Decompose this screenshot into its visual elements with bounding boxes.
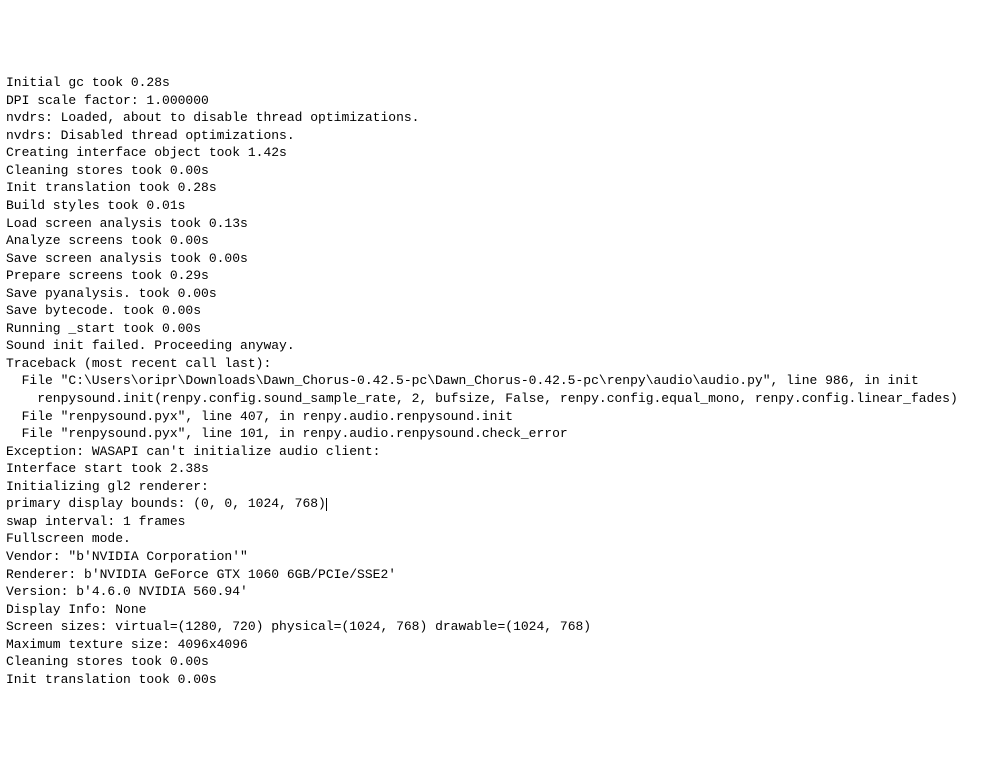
log-line: Cleaning stores took 0.00s [6,653,1001,671]
log-line: renpysound.init(renpy.config.sound_sampl… [6,390,1001,408]
log-line: primary display bounds: (0, 0, 1024, 768… [6,495,1001,513]
log-line: Cleaning stores took 0.00s [6,162,1001,180]
log-line: File "renpysound.pyx", line 101, in renp… [6,425,1001,443]
log-line: File "C:\Users\oripr\Downloads\Dawn_Chor… [6,372,1001,390]
log-line: Fullscreen mode. [6,530,1001,548]
log-line: Build styles took 0.01s [6,197,1001,215]
log-line: Save bytecode. took 0.00s [6,302,1001,320]
log-line: nvdrs: Loaded, about to disable thread o… [6,109,1001,127]
log-line: File "renpysound.pyx", line 407, in renp… [6,408,1001,426]
log-line: Interface start took 2.38s [6,460,1001,478]
log-line: Display Info: None [6,601,1001,619]
log-line: Sound init failed. Proceeding anyway. [6,337,1001,355]
log-line: Vendor: "b'NVIDIA Corporation'" [6,548,1001,566]
log-line: Init translation took 0.28s [6,179,1001,197]
log-line: Initializing gl2 renderer: [6,478,1001,496]
log-output: Initial gc took 0.28sDPI scale factor: 1… [6,74,1001,688]
log-line: swap interval: 1 frames [6,513,1001,531]
log-line: Load screen analysis took 0.13s [6,215,1001,233]
log-line: Initial gc took 0.28s [6,74,1001,92]
log-line: Save screen analysis took 0.00s [6,250,1001,268]
log-line: Exception: WASAPI can't initialize audio… [6,443,1001,461]
log-line: Running _start took 0.00s [6,320,1001,338]
log-line: Version: b'4.6.0 NVIDIA 560.94' [6,583,1001,601]
log-line: DPI scale factor: 1.000000 [6,92,1001,110]
log-line: Renderer: b'NVIDIA GeForce GTX 1060 6GB/… [6,566,1001,584]
log-line: Init translation took 0.00s [6,671,1001,689]
log-line: nvdrs: Disabled thread optimizations. [6,127,1001,145]
log-line: Screen sizes: virtual=(1280, 720) physic… [6,618,1001,636]
log-line: Creating interface object took 1.42s [6,144,1001,162]
log-line: Analyze screens took 0.00s [6,232,1001,250]
log-line: Save pyanalysis. took 0.00s [6,285,1001,303]
log-line: Prepare screens took 0.29s [6,267,1001,285]
log-line: Maximum texture size: 4096x4096 [6,636,1001,654]
log-line: Traceback (most recent call last): [6,355,1001,373]
